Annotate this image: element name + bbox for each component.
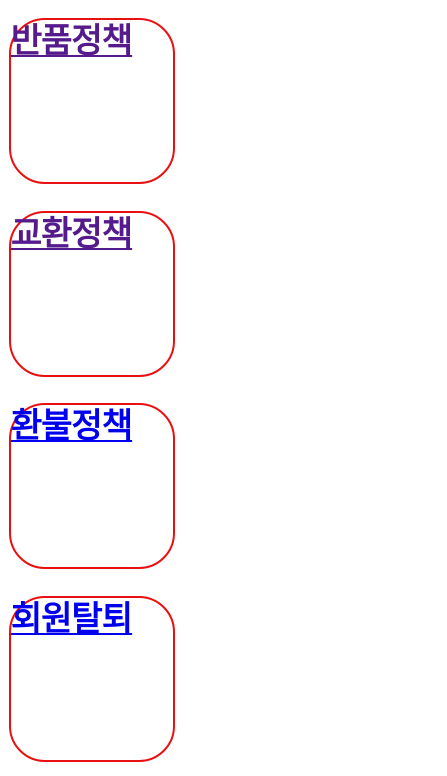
membership-withdrawal-link[interactable]: 회원탈퇴 <box>11 599 133 639</box>
return-policy-link[interactable]: 반품정책 <box>11 21 133 61</box>
refund-policy-link[interactable]: 환불정책 <box>11 406 133 446</box>
policy-card-refund: 환불정책 <box>9 403 175 569</box>
exchange-policy-link[interactable]: 교환정책 <box>11 214 133 254</box>
policy-card-return: 반품정책 <box>9 18 175 184</box>
policy-list: 반품정책 교환정책 환불정책 회원탈퇴 <box>0 0 447 776</box>
policy-card-exchange: 교환정책 <box>9 211 175 377</box>
policy-card-withdrawal: 회원탈퇴 <box>9 596 175 762</box>
